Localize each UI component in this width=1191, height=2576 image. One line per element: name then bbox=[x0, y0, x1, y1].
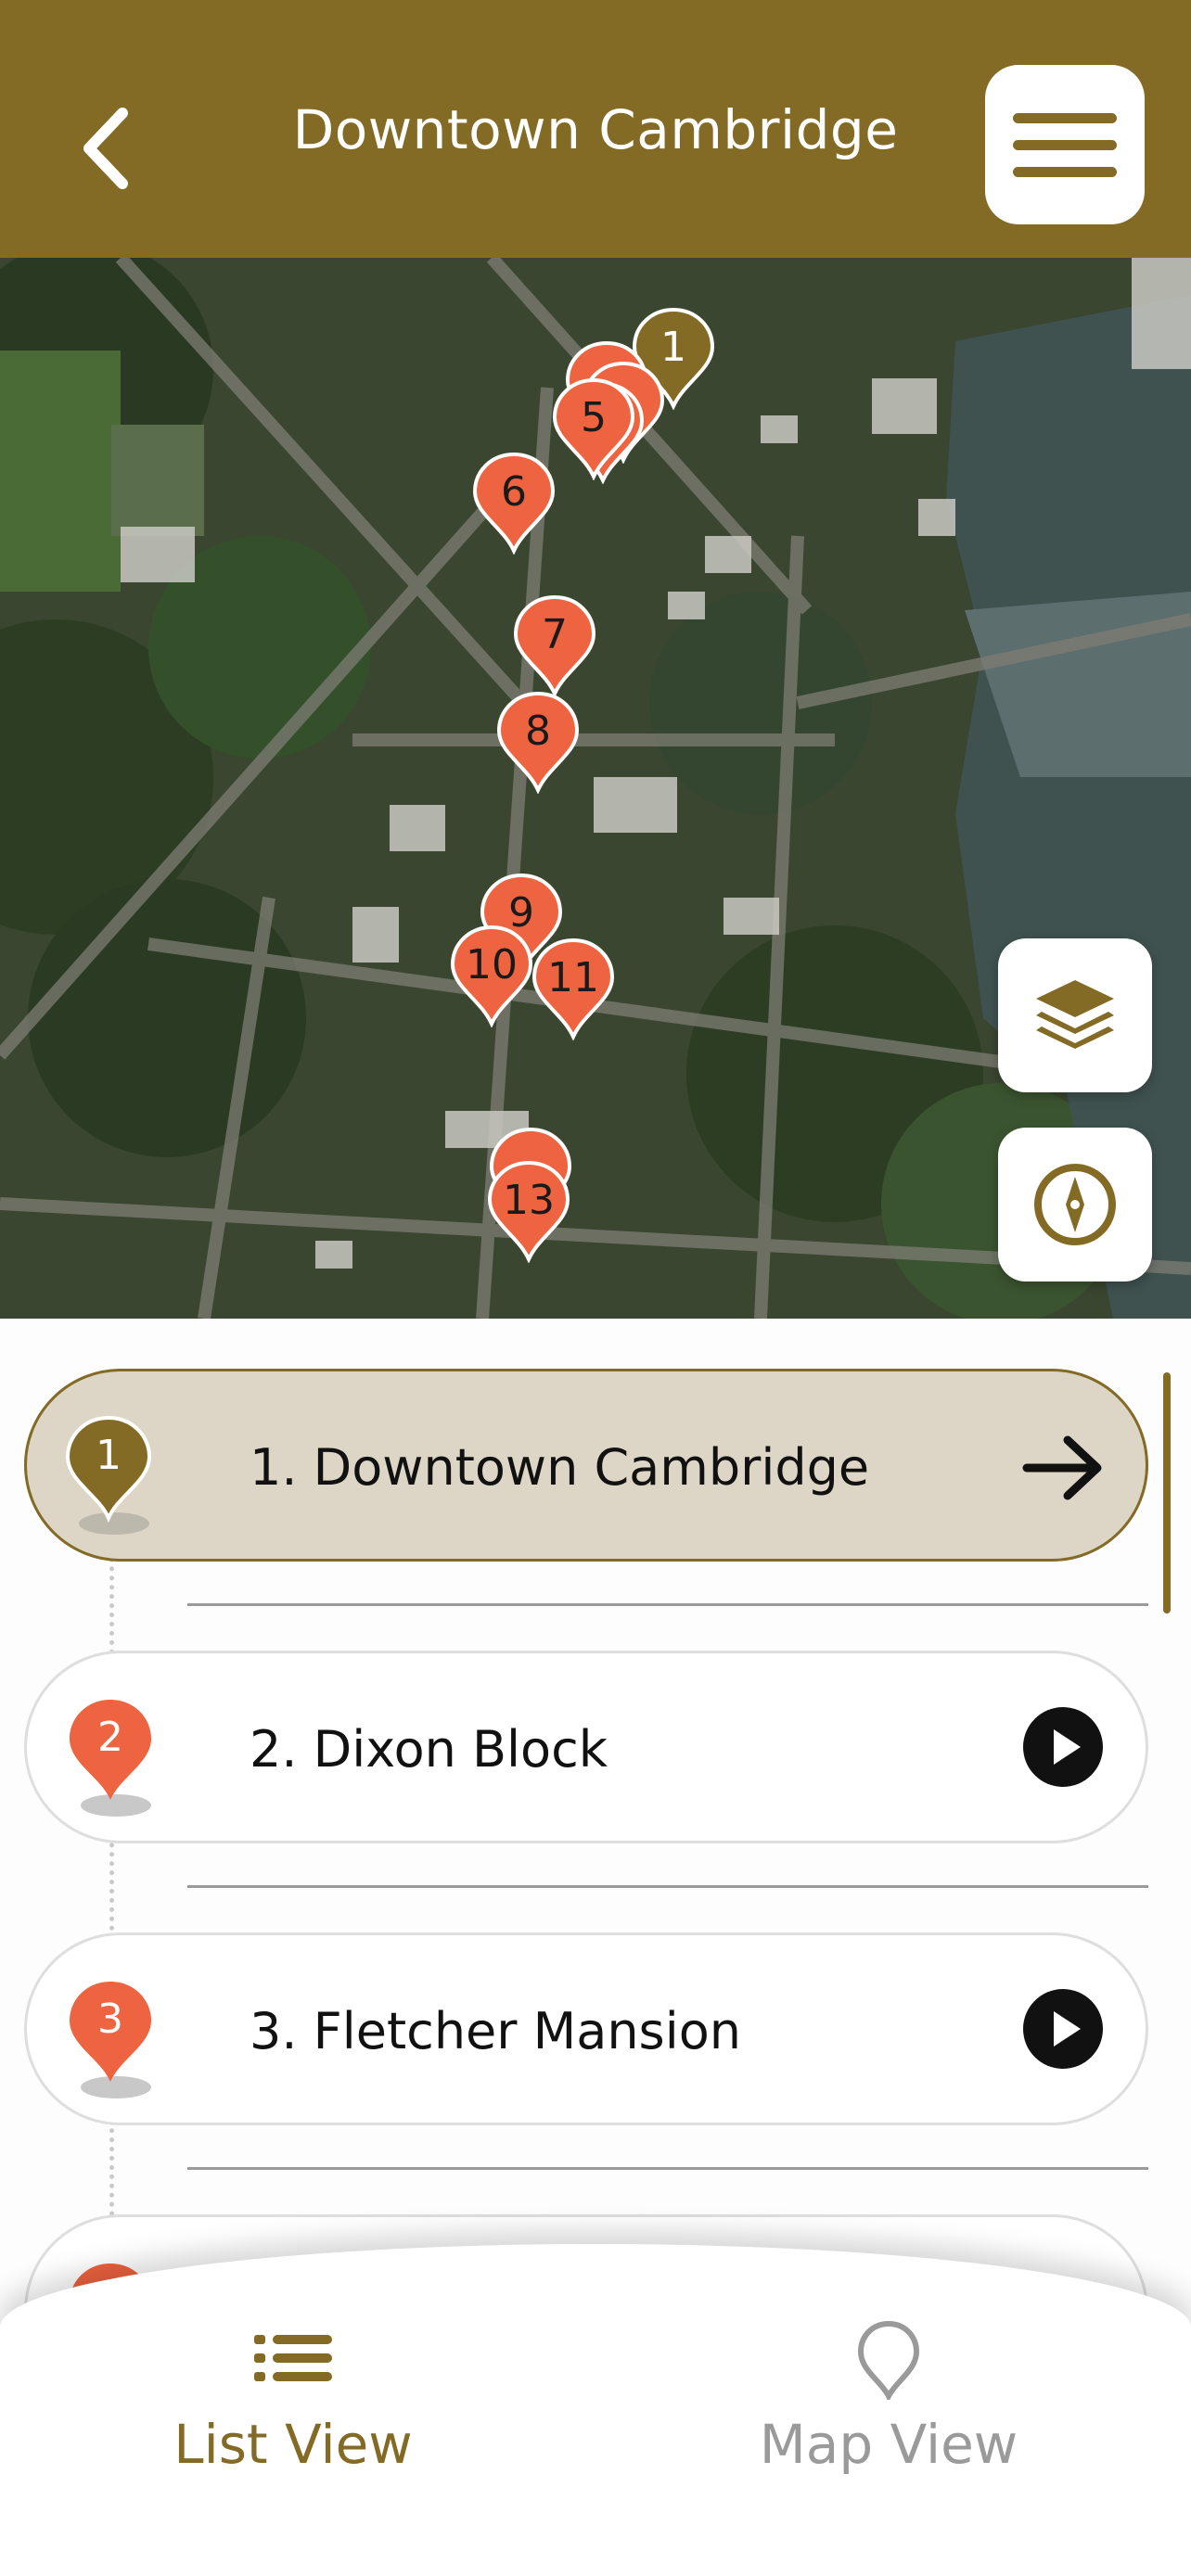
menu-button[interactable] bbox=[985, 65, 1145, 224]
map-marker-number: 11 bbox=[547, 954, 599, 1001]
list-divider bbox=[187, 1603, 1148, 1606]
map-marker-number: 6 bbox=[501, 468, 527, 516]
arrow-right-icon[interactable] bbox=[1016, 1422, 1108, 1514]
compass-icon bbox=[1034, 1164, 1116, 1245]
layers-icon bbox=[1036, 980, 1114, 1049]
hamburger-icon-bar bbox=[1013, 140, 1117, 150]
map-marker-number: 8 bbox=[525, 708, 551, 755]
map-marker-5[interactable]: 5 bbox=[551, 376, 636, 480]
tab-map-view[interactable]: Map View bbox=[694, 2316, 1083, 2502]
hamburger-icon bbox=[1013, 113, 1117, 123]
stop-pin-number: 3 bbox=[97, 1996, 123, 2043]
play-icon[interactable] bbox=[1021, 1987, 1105, 2071]
stop-label: 3. Fletcher Mansion bbox=[250, 2002, 741, 2060]
hamburger-icon-bar bbox=[1013, 167, 1117, 177]
tab-map-view-label: Map View bbox=[759, 2413, 1018, 2476]
map-marker-11[interactable]: 11 bbox=[531, 937, 616, 1040]
list-divider bbox=[187, 1885, 1148, 1888]
map-marker-number: 10 bbox=[466, 941, 518, 988]
map-marker-number: 5 bbox=[581, 394, 607, 441]
tab-list-view-label: List View bbox=[173, 2413, 413, 2476]
list-icon bbox=[254, 2335, 332, 2381]
play-icon[interactable] bbox=[1021, 1705, 1105, 1789]
route-connector bbox=[109, 1484, 114, 2281]
map-marker-13[interactable]: 13 bbox=[486, 1159, 571, 1263]
compass-button[interactable] bbox=[998, 1128, 1152, 1282]
list-scrollbar[interactable] bbox=[1163, 1372, 1171, 1613]
stop-pin-3: 3 bbox=[66, 1974, 168, 2104]
map-pin-icon bbox=[857, 2320, 920, 2400]
stop-item-3[interactable]: 3 3. Fletcher Mansion bbox=[24, 1932, 1148, 2125]
stop-item-1[interactable]: 1 1. Downtown Cambridge bbox=[24, 1369, 1148, 1562]
map-marker-8[interactable]: 8 bbox=[495, 690, 581, 794]
stop-pin-number: 2 bbox=[97, 1714, 123, 1761]
bottom-tab-bar: List View Map View bbox=[0, 2244, 1191, 2576]
map-marker-number: 7 bbox=[542, 611, 568, 658]
stop-pin-1: 1 bbox=[64, 1410, 166, 1540]
map-marker-number: 13 bbox=[503, 1177, 555, 1224]
map-marker-6[interactable]: 6 bbox=[471, 451, 557, 555]
header-bar: Downtown Cambridge bbox=[0, 0, 1191, 258]
map-view[interactable]: 1 5 6 7 8 9 10 11 13 bbox=[0, 258, 1191, 1319]
stop-pin-2: 2 bbox=[66, 1692, 168, 1822]
stop-pin-number: 1 bbox=[96, 1432, 122, 1479]
map-marker-10[interactable]: 10 bbox=[449, 924, 534, 1027]
layers-button[interactable] bbox=[998, 938, 1152, 1092]
stop-item-2[interactable]: 2 2. Dixon Block bbox=[24, 1651, 1148, 1843]
list-divider bbox=[187, 2167, 1148, 2170]
stop-label: 2. Dixon Block bbox=[250, 1720, 608, 1779]
tab-list-view[interactable]: List View bbox=[98, 2316, 488, 2502]
map-marker-7[interactable]: 7 bbox=[512, 593, 597, 697]
stop-label: 1. Downtown Cambridge bbox=[250, 1438, 870, 1497]
